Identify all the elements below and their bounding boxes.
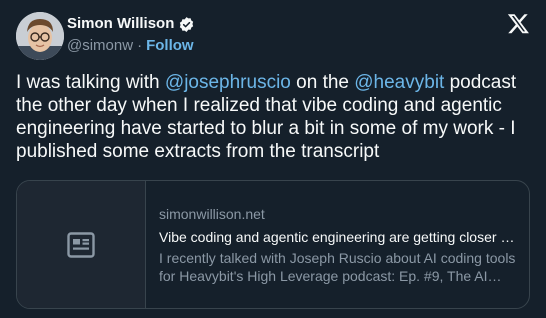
- card-body: simonwillison.net Vibe coding and agenti…: [146, 181, 529, 308]
- name-row: Simon Willison: [67, 14, 195, 34]
- card-description: I recently talked with Joseph Ruscio abo…: [159, 250, 516, 284]
- tweet-text-before: I was talking with: [16, 72, 165, 93]
- author-name[interactable]: Simon Willison: [67, 14, 174, 34]
- mention-heavybit[interactable]: @heavybit: [354, 72, 444, 93]
- author-handle[interactable]: @simonw: [67, 36, 133, 56]
- link-preview-card[interactable]: simonwillison.net Vibe coding and agenti…: [16, 180, 530, 309]
- separator-dot: ·: [137, 37, 143, 54]
- avatar-photo: [16, 12, 64, 60]
- author-block: Simon Willison @simonw · Follow: [67, 14, 195, 56]
- avatar[interactable]: [16, 12, 64, 60]
- mention-josephruscio[interactable]: @josephruscio: [165, 72, 291, 93]
- x-logo-icon[interactable]: [507, 12, 530, 35]
- tweet-text-middle: on the: [290, 72, 355, 93]
- card-thumbnail: [17, 181, 146, 308]
- card-title: Vibe coding and agentic engineering are …: [159, 229, 517, 245]
- verified-badge-icon: [178, 16, 195, 33]
- handle-row: @simonw · Follow: [67, 36, 195, 56]
- tweet-embed: Simon Willison @simonw · Follow I was ta…: [0, 0, 546, 318]
- follow-button[interactable]: Follow: [146, 36, 194, 56]
- article-icon: [67, 231, 95, 258]
- tweet-text: I was talking with @josephruscio on the …: [16, 71, 532, 163]
- card-domain: simonwillison.net: [159, 206, 265, 222]
